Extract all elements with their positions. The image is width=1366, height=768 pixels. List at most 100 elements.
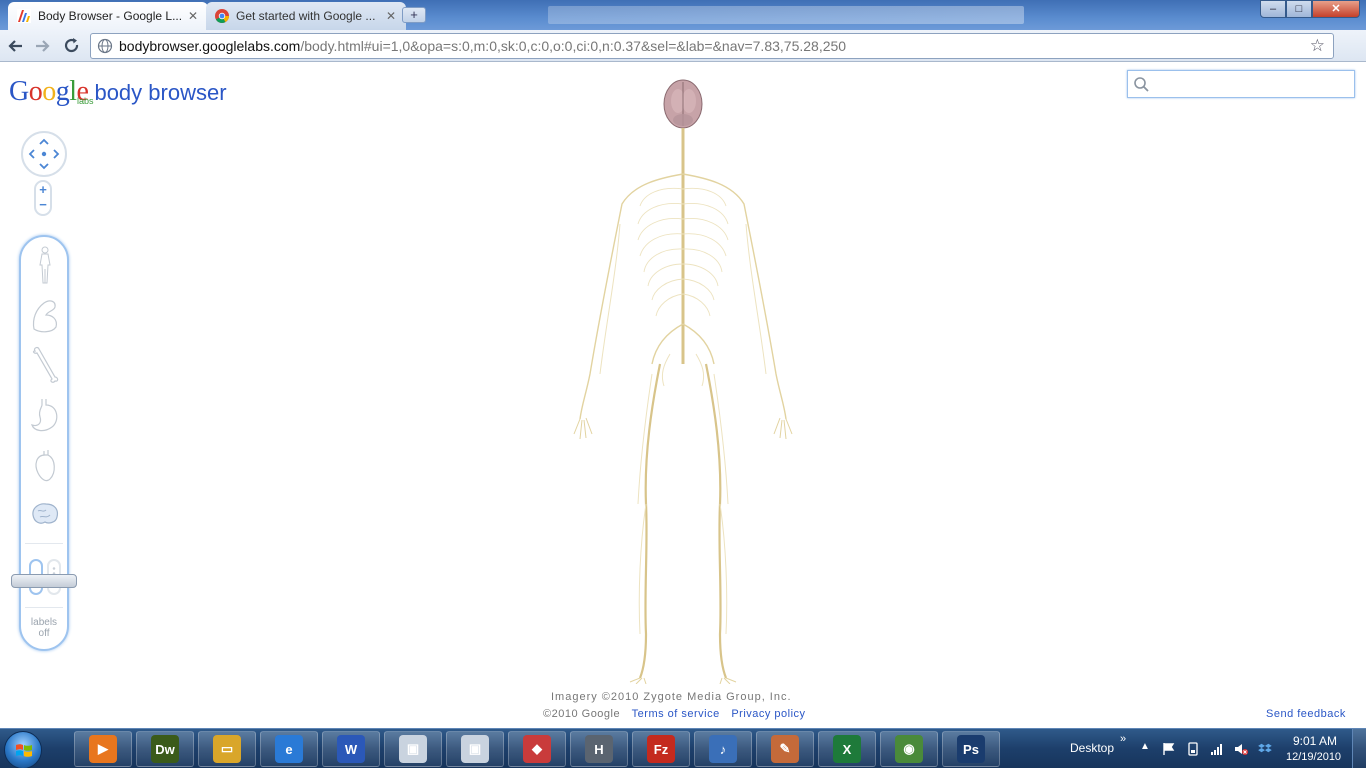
google-labs-favicon-icon [17, 9, 31, 23]
tab-title: Body Browser - Google L... [38, 9, 183, 23]
taskbar-button-app-window[interactable]: ▣ [384, 731, 442, 767]
h-app-icon: H [585, 735, 613, 763]
chrome-favicon-icon [215, 9, 229, 23]
labels-toggle[interactable]: labels off [21, 617, 67, 639]
body-browser-page: Google labs body browser + − labels off … [0, 62, 1366, 728]
skeleton-layer-icon[interactable] [28, 345, 62, 385]
taskbar-button-filezilla[interactable]: Fz [632, 731, 690, 767]
taskbar-button-dreamweaver[interactable]: Dw [136, 731, 194, 767]
forward-button[interactable] [30, 34, 54, 58]
pan-control[interactable] [21, 131, 67, 177]
terms-of-service-link[interactable]: Terms of service [632, 708, 720, 720]
volume-muted-icon[interactable] [1234, 742, 1248, 756]
arrow-right-icon [36, 40, 50, 52]
copyright-text: ©2010 Google [543, 708, 621, 720]
paint-icon: ✎ [771, 735, 799, 763]
reload-icon [64, 38, 79, 53]
desktop-toolbar-label[interactable]: Desktop [1070, 741, 1114, 755]
filezilla-icon: Fz [647, 735, 675, 763]
taskbar-button-internet-explorer[interactable]: e [260, 731, 318, 767]
taskbar-button-paint[interactable]: ✎ [756, 731, 814, 767]
window-minimize-button[interactable]: – [1260, 0, 1286, 18]
photoshop-icon: Ps [957, 735, 985, 763]
address-bar[interactable]: bodybrowser.googlelabs.com /body.html#ui… [90, 33, 1334, 59]
tab-get-started[interactable]: Get started with Google ... ✕ [206, 2, 406, 30]
organs-layer-icon[interactable] [28, 395, 62, 435]
show-hidden-icons-button[interactable]: ▲ [1140, 741, 1150, 752]
show-desktop-button[interactable] [1352, 729, 1366, 768]
search-icon [1134, 77, 1149, 92]
globe-icon [97, 38, 113, 54]
itunes-icon: ♪ [709, 735, 737, 763]
start-button[interactable] [4, 731, 42, 768]
google-body-browser-logo[interactable]: Google labs body browser [9, 70, 227, 107]
windows-taskbar: ▶ Dw ▭ e W ▣ ▣ ◆ H Fz ♪ ✎ X ◉ Ps Desktop » ▲ 9:01 AM 1… [0, 728, 1366, 768]
search-box[interactable] [1127, 70, 1355, 98]
device-tray-icon[interactable] [1186, 742, 1200, 756]
url-domain: bodybrowser.googlelabs.com [119, 38, 301, 54]
taskbar-button-excel[interactable]: X [818, 731, 876, 767]
labels-toggle-line1: labels [30, 617, 58, 628]
back-button[interactable] [4, 34, 28, 58]
media-player-icon: ▶ [89, 735, 117, 763]
window-close-button[interactable]: ✕ [1312, 0, 1360, 18]
clock-time[interactable]: 9:01 AM [1293, 734, 1337, 748]
labels-toggle-line2: off [38, 628, 50, 639]
zoom-in-button[interactable]: + [36, 183, 50, 197]
footer-links: ©2010 Google Terms of service Privacy po… [543, 708, 806, 720]
blurred-region [548, 6, 1024, 24]
taskbar-button-itunes[interactable]: ♪ [694, 731, 752, 767]
nervous-system-3d-view[interactable] [560, 74, 810, 684]
layer-panel: labels off [19, 235, 69, 651]
skin-layer-icon[interactable] [28, 245, 62, 285]
taskbar-button-chrome[interactable]: ◉ [880, 731, 938, 767]
word-icon: W [337, 735, 365, 763]
taskbar-button-photoshop[interactable]: Ps [942, 731, 1000, 767]
dropbox-tray-icon[interactable] [1258, 742, 1272, 756]
heart-layer-icon[interactable] [28, 445, 62, 485]
tab-close-icon[interactable]: ✕ [384, 9, 398, 23]
internet-explorer-icon: e [275, 735, 303, 763]
zoom-out-button[interactable]: − [36, 198, 50, 212]
search-input[interactable] [1154, 74, 1350, 94]
action-center-flag-icon[interactable] [1162, 742, 1176, 756]
package-icon: ◆ [523, 735, 551, 763]
taskbar-button-explorer[interactable]: ▭ [198, 731, 256, 767]
dreamweaver-icon: Dw [151, 735, 179, 763]
arrow-left-icon [8, 40, 22, 52]
privacy-policy-link[interactable]: Privacy policy [731, 708, 805, 720]
windows-logo-icon [16, 744, 32, 757]
send-feedback-link[interactable]: Send feedback [1266, 708, 1346, 720]
clock-date[interactable]: 12/19/2010 [1286, 751, 1341, 763]
taskbar-button-app-window-2[interactable]: ▣ [446, 731, 504, 767]
labels-divider [25, 607, 63, 608]
zoom-control: + − [34, 180, 52, 216]
browser-tab-strip: Body Browser - Google L... ✕ Get started… [0, 0, 1366, 30]
muscle-layer-icon[interactable] [28, 295, 62, 335]
labs-text: labs [77, 96, 94, 106]
chrome-icon: ◉ [895, 735, 923, 763]
brain-layer-icon[interactable] [28, 495, 62, 535]
taskbar-button-word[interactable]: W [322, 731, 380, 767]
layer-opacity-slider-handle[interactable] [11, 574, 77, 588]
app-window-2-icon: ▣ [461, 735, 489, 763]
taskbar-button-media-player[interactable]: ▶ [74, 731, 132, 767]
toolbar-chevron-icon[interactable]: » [1120, 733, 1126, 745]
reload-button[interactable] [60, 34, 84, 58]
excel-icon: X [833, 735, 861, 763]
new-tab-button[interactable]: + [402, 7, 426, 23]
window-maximize-button[interactable]: □ [1286, 0, 1312, 18]
app-window-icon: ▣ [399, 735, 427, 763]
explorer-icon: ▭ [213, 735, 241, 763]
browser-toolbar: bodybrowser.googlelabs.com /body.html#ui… [0, 30, 1366, 81]
pan-arrows-icon [28, 138, 60, 170]
bookmark-star-icon[interactable]: ☆ [1310, 36, 1325, 56]
network-signal-icon[interactable] [1210, 742, 1224, 756]
imagery-credit: Imagery ©2010 Zygote Media Group, Inc. [551, 691, 792, 703]
tab-body-browser[interactable]: Body Browser - Google L... ✕ [8, 2, 208, 30]
product-name: body browser [94, 80, 227, 105]
tab-close-icon[interactable]: ✕ [186, 9, 200, 23]
url-path: /body.html#ui=1,0&opa=s:0,m:0,sk:0,c:0,o… [300, 38, 847, 54]
taskbar-button-package[interactable]: ◆ [508, 731, 566, 767]
taskbar-button-h-app[interactable]: H [570, 731, 628, 767]
